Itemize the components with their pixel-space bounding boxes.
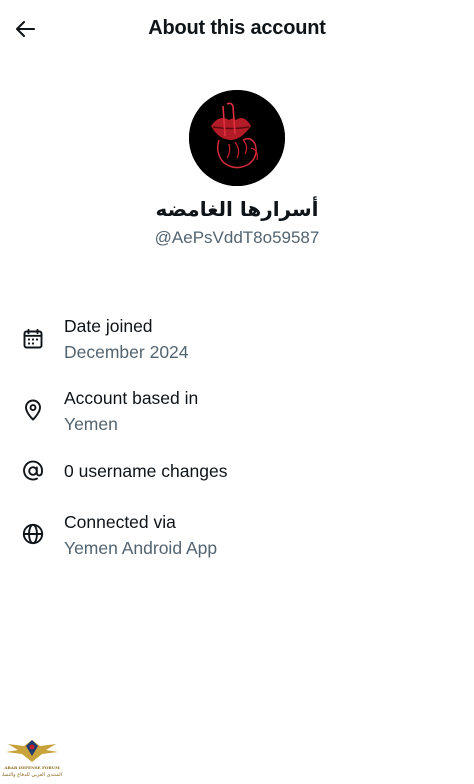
info-row-date-joined: Date joined December 2024 (0, 314, 474, 364)
page-title: About this account (148, 17, 326, 39)
info-row-connected-via: Connected via Yemen Android App (0, 510, 474, 560)
forum-watermark-logo: ARAB DEFENSE FORUM المنتدى العربي للدفاع… (2, 736, 62, 782)
top-app-bar: About this account (0, 0, 474, 58)
watermark-line-1: ARAB DEFENSE FORUM (4, 765, 60, 770)
eagle-emblem-icon (6, 740, 58, 762)
avatar-image (189, 90, 285, 186)
info-row-username-changes: 0 username changes (0, 456, 474, 486)
info-label: Date joined (64, 316, 153, 336)
at-sign-icon (20, 458, 46, 484)
info-label: Account based in (64, 388, 199, 408)
username-handle: @AePsVddT8o59587 (154, 228, 320, 247)
info-label: 0 username changes (64, 461, 228, 481)
avatar[interactable] (189, 90, 285, 186)
calendar-icon (20, 326, 46, 352)
display-name: أسرارها الغامضه (155, 197, 319, 221)
info-label: Connected via (64, 512, 176, 532)
info-row-account-based-in: Account based in Yemen (0, 386, 474, 436)
info-value: December 2024 (64, 342, 189, 362)
watermark-line-2: المنتدى العربي للدفاع والتسليح (2, 772, 62, 778)
globe-icon (20, 521, 46, 547)
info-value: Yemen Android App (64, 538, 218, 558)
location-pin-icon (20, 397, 46, 423)
info-value: Yemen (64, 414, 118, 434)
